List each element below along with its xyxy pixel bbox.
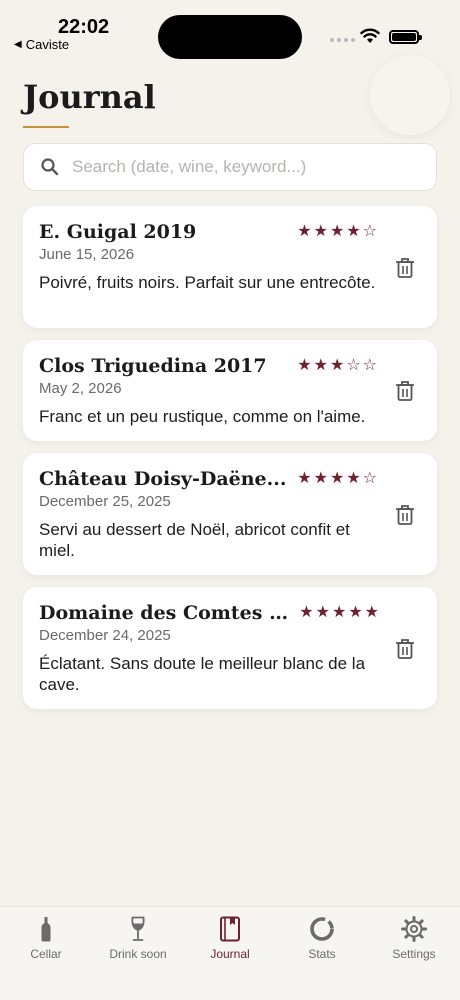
status-bar: 22:02 ◀ Caviste [0, 0, 460, 60]
tab-drink-soon[interactable]: Drink soon [92, 915, 184, 967]
trash-icon[interactable] [395, 504, 415, 526]
tab-label: Settings [392, 947, 436, 961]
trash-icon[interactable] [395, 638, 415, 660]
decorative-circle [370, 55, 450, 135]
battery-icon [389, 30, 422, 44]
tab-label: Journal [210, 947, 250, 961]
entry-note: Poivré, fruits noirs. Parfait sur une en… [39, 273, 376, 292]
trash-icon[interactable] [395, 380, 415, 402]
ring-chart-icon [310, 917, 334, 941]
entry-wine-name: Château Doisy-Daëne... [39, 468, 287, 490]
wifi-icon [360, 28, 380, 43]
bottle-icon [41, 917, 51, 942]
tab-settings[interactable]: Settings [368, 915, 460, 967]
back-to-app-link[interactable]: ◀ Caviste [14, 37, 69, 52]
journal-entry-card[interactable]: Domaine des Comtes L... ★★★★★ December 2… [23, 587, 437, 709]
rating-stars: ★★★★★ [299, 604, 381, 621]
entry-wine-name: Clos Triguedina 2017 [39, 355, 267, 377]
entry-date: May 2, 2026 [39, 380, 122, 397]
cellular-signal-icon [330, 38, 355, 42]
tab-label: Stats [308, 947, 336, 961]
back-app-label: Caviste [25, 37, 70, 52]
search-bar[interactable] [23, 143, 437, 191]
search-icon [41, 158, 59, 176]
dynamic-island [158, 15, 302, 59]
trash-icon[interactable] [395, 257, 415, 279]
tab-cellar[interactable]: Cellar [0, 915, 92, 967]
entry-note: Franc et un peu rustique, comme on l'aim… [39, 407, 366, 426]
entry-wine-name: E. Guigal 2019 [39, 221, 197, 243]
tab-stats[interactable]: Stats [276, 915, 368, 967]
journal-icon [220, 916, 240, 942]
wine-glass-icon [131, 916, 145, 941]
tab-bar: Cellar Drink soon Journal Stats Settings [0, 906, 460, 1000]
rating-stars: ★★★★☆ [297, 470, 379, 487]
entry-wine-name: Domaine des Comtes L... [39, 602, 289, 624]
page-title: Journal [23, 78, 156, 116]
rating-stars: ★★★★☆ [297, 223, 379, 240]
tab-label: Cellar [30, 947, 62, 961]
journal-entry-card[interactable]: Château Doisy-Daëne... ★★★★☆ December 25… [23, 453, 437, 575]
entry-date: June 15, 2026 [39, 246, 135, 263]
tab-journal[interactable]: Journal [184, 915, 276, 967]
entry-note: Éclatant. Sans doute le meilleur blanc d… [39, 654, 366, 694]
entry-date: December 24, 2025 [39, 627, 171, 644]
journal-entry-card[interactable]: Clos Triguedina 2017 ★★★☆☆ May 2, 2026 F… [23, 340, 437, 441]
entry-note: Servi au dessert de Noël, abricot confit… [39, 520, 350, 560]
tab-label: Drink soon [109, 947, 167, 961]
entry-date: December 25, 2025 [39, 493, 171, 510]
gear-icon [401, 916, 427, 942]
journal-entry-card[interactable]: E. Guigal 2019 ★★★★☆ June 15, 2026 Poivr… [23, 206, 437, 328]
back-triangle-icon: ◀ [14, 39, 22, 50]
rating-stars: ★★★☆☆ [297, 357, 379, 374]
status-time: 22:02 [58, 16, 110, 38]
search-input[interactable] [72, 157, 402, 177]
title-underline [23, 126, 69, 128]
